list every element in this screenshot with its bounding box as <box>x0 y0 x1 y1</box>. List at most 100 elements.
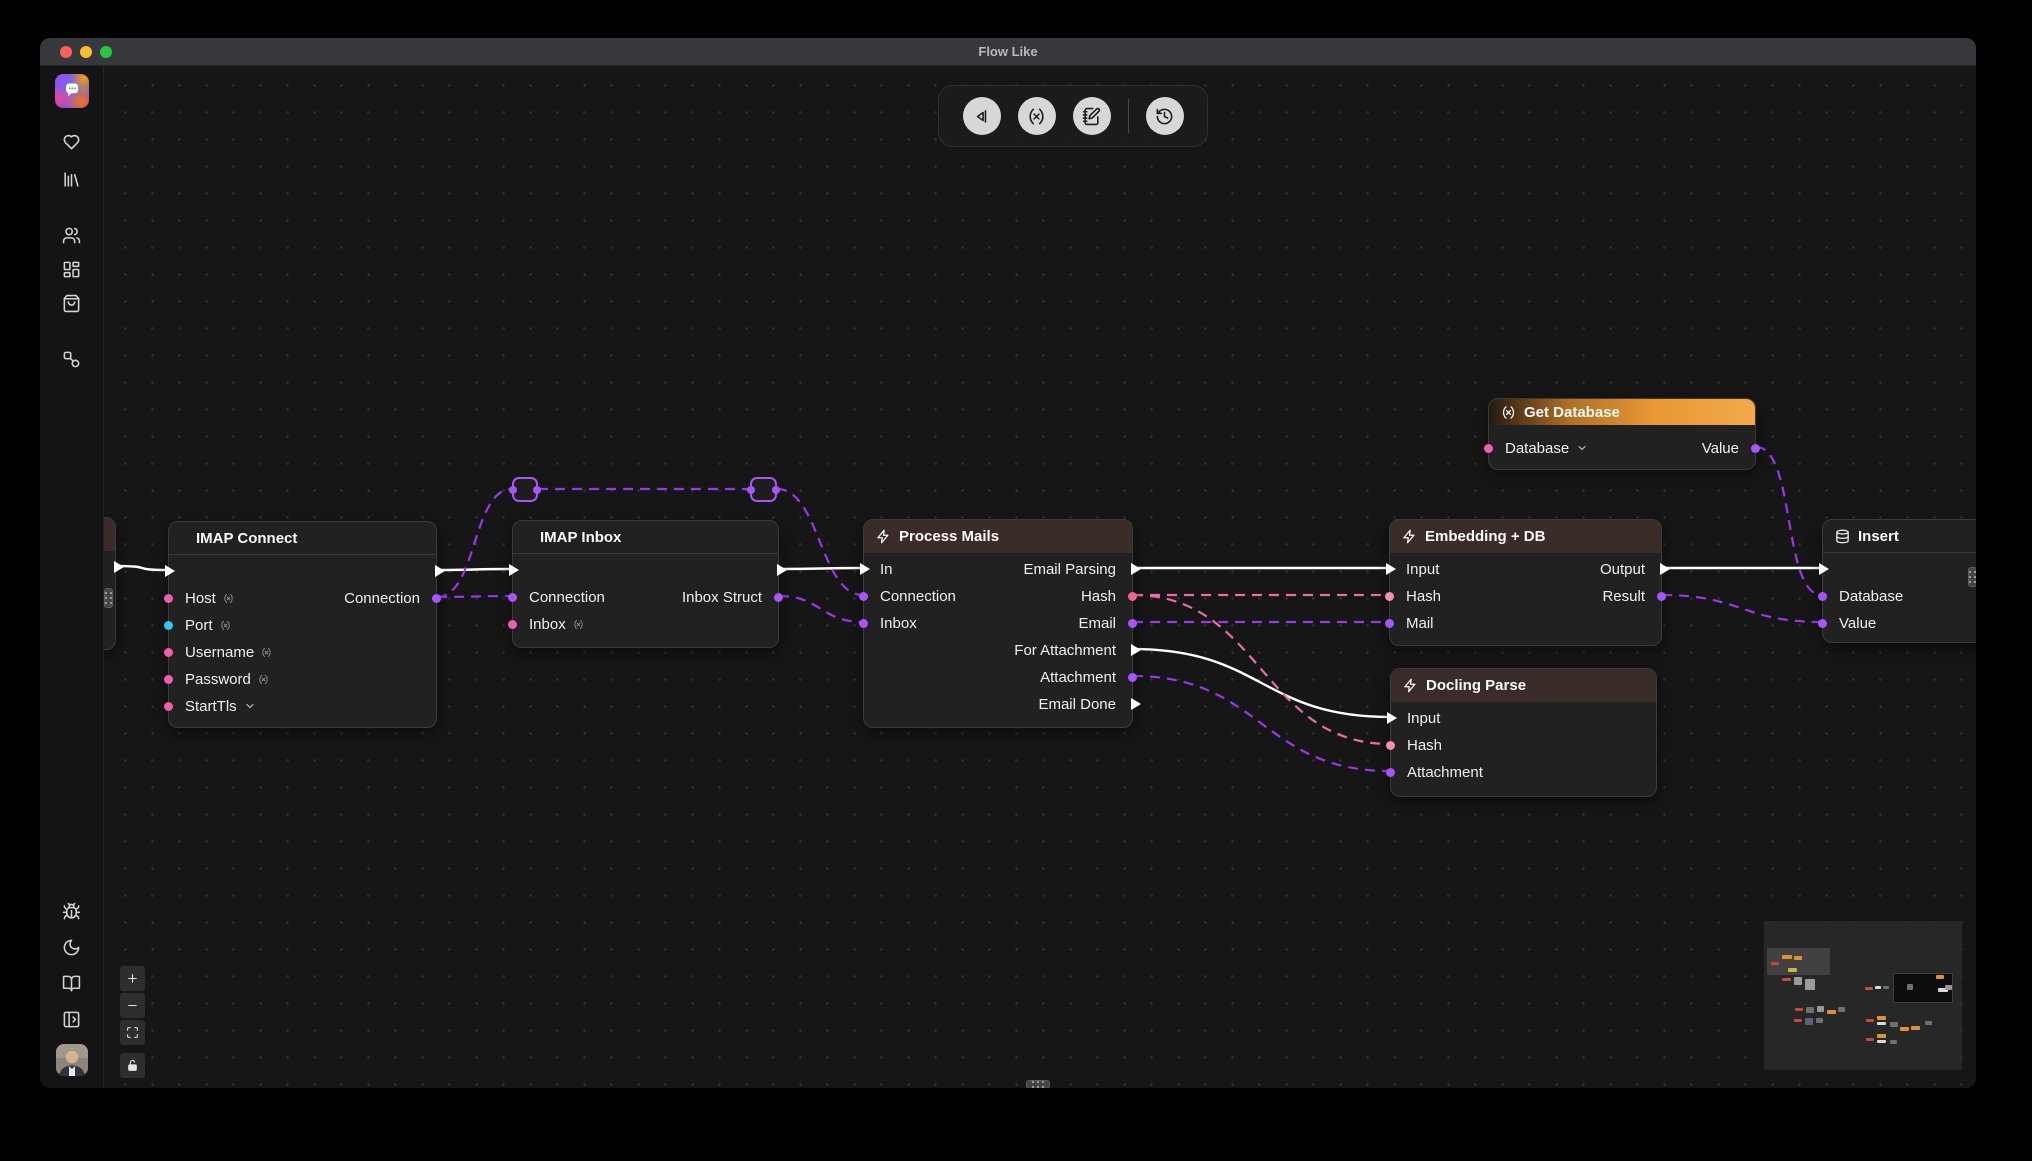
node-header[interactable]: Embedding + DB <box>1390 520 1661 553</box>
exec-pin-in[interactable] <box>1819 563 1829 575</box>
reroute-pin-in[interactable] <box>509 486 517 494</box>
data-pin-in[interactable] <box>859 592 868 601</box>
exec-pin-out[interactable] <box>114 561 124 573</box>
sidebar-item-store[interactable] <box>54 288 90 318</box>
node-header[interactable]: Docling Parse <box>1391 669 1656 702</box>
reroute-pin-out[interactable] <box>533 486 541 494</box>
data-pin-in[interactable] <box>1385 619 1394 628</box>
lock-button[interactable] <box>120 1053 145 1078</box>
chevron-down-icon[interactable] <box>244 700 256 712</box>
wire:IMAP Connect.Connection->reroute-1[interactable] <box>437 489 512 597</box>
data-pin-out[interactable] <box>432 594 441 603</box>
node-get-database[interactable]: Get DatabaseDatabaseValue <box>1488 398 1756 470</box>
user-avatar[interactable] <box>56 1044 88 1076</box>
zoom-out-button[interactable] <box>120 993 145 1018</box>
sidebar-item-panel-toggle[interactable] <box>54 1004 90 1034</box>
exec-pin-out[interactable] <box>1660 563 1670 575</box>
sidebar-item-debug[interactable] <box>54 896 90 926</box>
exec-pin-in[interactable] <box>1387 712 1397 724</box>
data-pin-out[interactable] <box>1657 592 1666 601</box>
exec-pin-in[interactable] <box>1386 563 1396 575</box>
data-pin-in[interactable] <box>1386 741 1395 750</box>
node-header[interactable] <box>104 518 115 551</box>
data-pin-out[interactable] <box>774 593 783 602</box>
sidebar-item-theme[interactable] <box>54 932 90 962</box>
variable-icon[interactable] <box>220 620 231 631</box>
notes-button[interactable] <box>1073 97 1111 135</box>
node-header[interactable]: Get Database <box>1489 399 1755 425</box>
node-offscreen-node[interactable] <box>104 517 116 650</box>
wire:IMAP Inbox.exec->Process Mails.In[interactable] <box>779 568 863 569</box>
wire:reroute-2->Process Mails.Connection[interactable] <box>777 489 863 595</box>
data-pin-in[interactable] <box>1484 444 1493 453</box>
sidebar-item-library[interactable] <box>54 164 90 194</box>
flow-canvas[interactable]: IMAP ConnectHostConnectionPortUsernamePa… <box>104 66 1976 1088</box>
node-process-mails[interactable]: Process MailsInEmail ParsingConnectionHa… <box>863 519 1133 728</box>
data-pin-in[interactable] <box>1386 768 1395 777</box>
data-pin-in[interactable] <box>859 619 868 628</box>
zoom-in-button[interactable] <box>120 966 145 991</box>
variable-icon[interactable] <box>573 619 584 630</box>
exec-pin-out[interactable] <box>435 565 445 577</box>
data-pin-in[interactable] <box>164 594 173 603</box>
data-pin-in[interactable] <box>1818 619 1827 628</box>
exec-pin-out[interactable] <box>777 564 787 576</box>
data-pin-out[interactable] <box>1128 592 1137 601</box>
node-embedding-db[interactable]: Embedding + DBInputOutputHashResultMail <box>1389 519 1662 646</box>
step-back-button[interactable] <box>963 97 1001 135</box>
sidebar-item-docs[interactable] <box>54 968 90 998</box>
variables-button[interactable] <box>1018 97 1056 135</box>
node-header[interactable]: IMAP Connect <box>169 522 436 555</box>
minimap[interactable] <box>1764 921 1962 1070</box>
data-pin-in[interactable] <box>1818 592 1827 601</box>
close-button[interactable] <box>60 46 72 58</box>
data-pin-out[interactable] <box>1128 673 1137 682</box>
data-pin-out[interactable] <box>1128 619 1137 628</box>
data-pin-in[interactable] <box>508 620 517 629</box>
node-reroute-1[interactable] <box>512 477 538 502</box>
exec-pin-out[interactable] <box>1131 698 1141 710</box>
wire:IMAP Connect.exec->IMAP Inbox.exec[interactable] <box>437 569 512 570</box>
node-header[interactable]: Process Mails <box>864 520 1132 553</box>
exec-pin-in[interactable] <box>165 565 175 577</box>
node-docling-parse[interactable]: Docling ParseInputHashAttachment <box>1390 668 1657 797</box>
sidebar-item-apps[interactable] <box>54 254 90 284</box>
history-button[interactable] <box>1146 97 1184 135</box>
data-pin-in[interactable] <box>1385 592 1394 601</box>
wire:IMAP Connect.Connection->IMAP Inbox.Connection[interactable] <box>437 596 512 597</box>
wire:Get Database.Value->Insert.Database[interactable] <box>1756 447 1822 595</box>
chevron-down-icon[interactable] <box>1576 442 1588 454</box>
wire:Process Mails.For Attachment->Docling Parse.Input[interactable] <box>1133 649 1390 717</box>
data-pin-in[interactable] <box>508 593 517 602</box>
exec-pin-out[interactable] <box>1131 644 1141 656</box>
minimize-button[interactable] <box>80 46 92 58</box>
exec-pin-in[interactable] <box>860 563 870 575</box>
data-pin-in[interactable] <box>164 621 173 630</box>
sidebar-item-workflows[interactable] <box>54 344 90 374</box>
reroute-pin-in[interactable] <box>747 486 755 494</box>
drag-handle[interactable] <box>1026 1080 1050 1088</box>
sidebar-item-favorites[interactable] <box>54 126 90 156</box>
zoom-button[interactable] <box>100 46 112 58</box>
data-pin-in[interactable] <box>164 702 173 711</box>
drag-handle[interactable] <box>1968 567 1976 587</box>
variable-icon[interactable] <box>223 593 234 604</box>
exec-pin-out[interactable] <box>1131 563 1141 575</box>
data-pin-out[interactable] <box>1751 444 1760 453</box>
titlebar[interactable]: Flow Like <box>40 38 1976 66</box>
reroute-pin-out[interactable] <box>772 486 780 494</box>
variable-icon[interactable] <box>258 674 269 685</box>
node-header[interactable]: Insert <box>1823 520 1976 553</box>
wire:Process Mails.Hash->Docling Parse.Hash[interactable] <box>1133 595 1390 744</box>
data-pin-in[interactable] <box>164 675 173 684</box>
variable-icon[interactable] <box>261 647 272 658</box>
node-header[interactable]: IMAP Inbox <box>513 521 778 554</box>
data-pin-in[interactable] <box>164 648 173 657</box>
node-insert[interactable]: InsertDatabaseValue <box>1822 519 1976 643</box>
node-imap-inbox[interactable]: IMAP InboxConnectionInbox StructInbox <box>512 520 779 648</box>
wire:Process Mails.Attachment->Docling Parse.Attachment[interactable] <box>1133 676 1390 771</box>
fit-view-button[interactable] <box>120 1020 145 1045</box>
app-logo[interactable] <box>55 74 89 108</box>
wire:IMAP Inbox.Inbox Struct->Process Mails.Inbox[interactable] <box>779 596 863 622</box>
node-imap-connect[interactable]: IMAP ConnectHostConnectionPortUsernamePa… <box>168 521 437 728</box>
